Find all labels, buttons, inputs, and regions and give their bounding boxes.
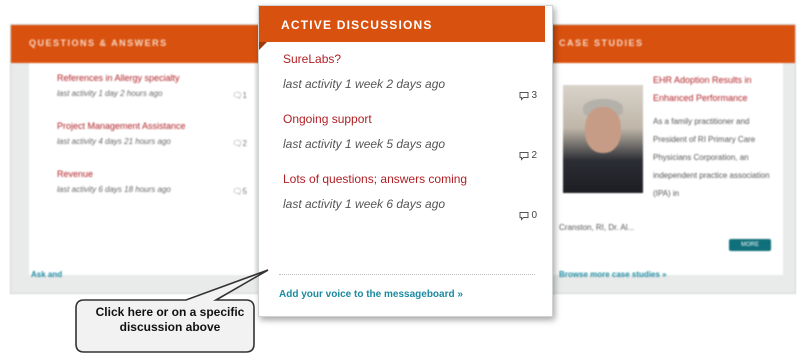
qa-item-meta: last activity 6 days 18 hours ago [57, 185, 171, 194]
speech-bubble-icon [519, 91, 529, 101]
discussion-count-value: 3 [531, 90, 537, 101]
qa-item-meta: last activity 1 day 2 hours ago [57, 89, 163, 98]
qa-footer-link[interactable]: Ask and [31, 270, 62, 279]
qa-count-value: 5 [242, 187, 247, 196]
discussion-item[interactable]: SureLabs? last activity 1 week 2 days ag… [283, 52, 543, 112]
speech-bubble-icon [519, 211, 529, 221]
header-fold [259, 42, 267, 50]
qa-item-count: 🗨5 [232, 187, 247, 196]
discussion-count-value: 2 [531, 150, 537, 161]
discussion-count-value: 0 [531, 210, 537, 221]
discussion-count: 2 [519, 150, 537, 161]
cs-header: CASE STUDIES [541, 25, 795, 63]
discussion-title[interactable]: Ongoing support [283, 112, 543, 126]
qa-item-title[interactable]: Revenue [57, 169, 257, 179]
case-study-body: As a family practitioner and President o… [653, 117, 770, 198]
callout-text: Click here or on a specific discussion a… [95, 305, 245, 334]
ad-header: ACTIVE DISCUSSIONS [259, 6, 545, 42]
discussion-item[interactable]: Ongoing support last activity 1 week 5 d… [283, 112, 543, 172]
discussion-meta: last activity 1 week 6 days ago [283, 197, 446, 211]
qa-item-title[interactable]: Project Management Assistance [57, 121, 257, 131]
discussion-count: 0 [519, 210, 537, 221]
footer-divider [279, 274, 535, 275]
messageboard-link[interactable]: Add your voice to the messageboard » [279, 289, 463, 300]
qa-title: QUESTIONS & ANSWERS [29, 38, 168, 48]
browse-case-studies-link[interactable]: Browse more case studies » [559, 270, 667, 279]
active-discussions-panel: ACTIVE DISCUSSIONS SureLabs? last activi… [258, 5, 553, 317]
cs-title: CASE STUDIES [559, 38, 644, 48]
qa-header: QUESTIONS & ANSWERS [11, 25, 271, 63]
discussion-title[interactable]: Lots of questions; answers coming [283, 172, 543, 186]
discussion-title[interactable]: SureLabs? [283, 52, 543, 66]
screenshot-stage: QUESTIONS & ANSWERS References in Allerg… [0, 0, 801, 362]
discussion-list: SureLabs? last activity 1 week 2 days ag… [283, 52, 543, 232]
doctor-photo [563, 85, 643, 193]
ad-title: ACTIVE DISCUSSIONS [281, 18, 433, 32]
qa-item-title[interactable]: References in Allergy specialty [57, 73, 257, 83]
qa-item-count: 🗨2 [232, 139, 247, 148]
case-study-body-cont: Cranston, RI, Dr. Al... [559, 223, 635, 232]
qa-item[interactable]: Revenue last activity 6 days 18 hours ag… [57, 169, 257, 196]
qa-item-count: 🗨1 [232, 91, 247, 100]
case-study-headline[interactable]: EHR Adoption Results in Enhanced Perform… [653, 71, 783, 107]
qa-count-value: 1 [242, 91, 247, 100]
discussion-meta: last activity 1 week 5 days ago [283, 137, 446, 151]
qa-item[interactable]: Project Management Assistance last activ… [57, 121, 257, 148]
speech-bubble-icon [519, 151, 529, 161]
qa-count-value: 2 [242, 139, 247, 148]
photo-face [585, 107, 621, 153]
discussion-meta: last activity 1 week 2 days ago [283, 77, 446, 91]
more-button[interactable]: MORE [729, 239, 771, 251]
qa-item-meta: last activity 4 days 21 hours ago [57, 137, 171, 146]
discussion-count: 3 [519, 90, 537, 101]
qa-item[interactable]: References in Allergy specialty last act… [57, 73, 257, 100]
questions-answers-panel: QUESTIONS & ANSWERS References in Allerg… [10, 24, 272, 294]
discussion-item[interactable]: Lots of questions; answers coming last a… [283, 172, 543, 232]
case-studies-panel: CASE STUDIES EHR Adoption Results in Enh… [540, 24, 796, 294]
